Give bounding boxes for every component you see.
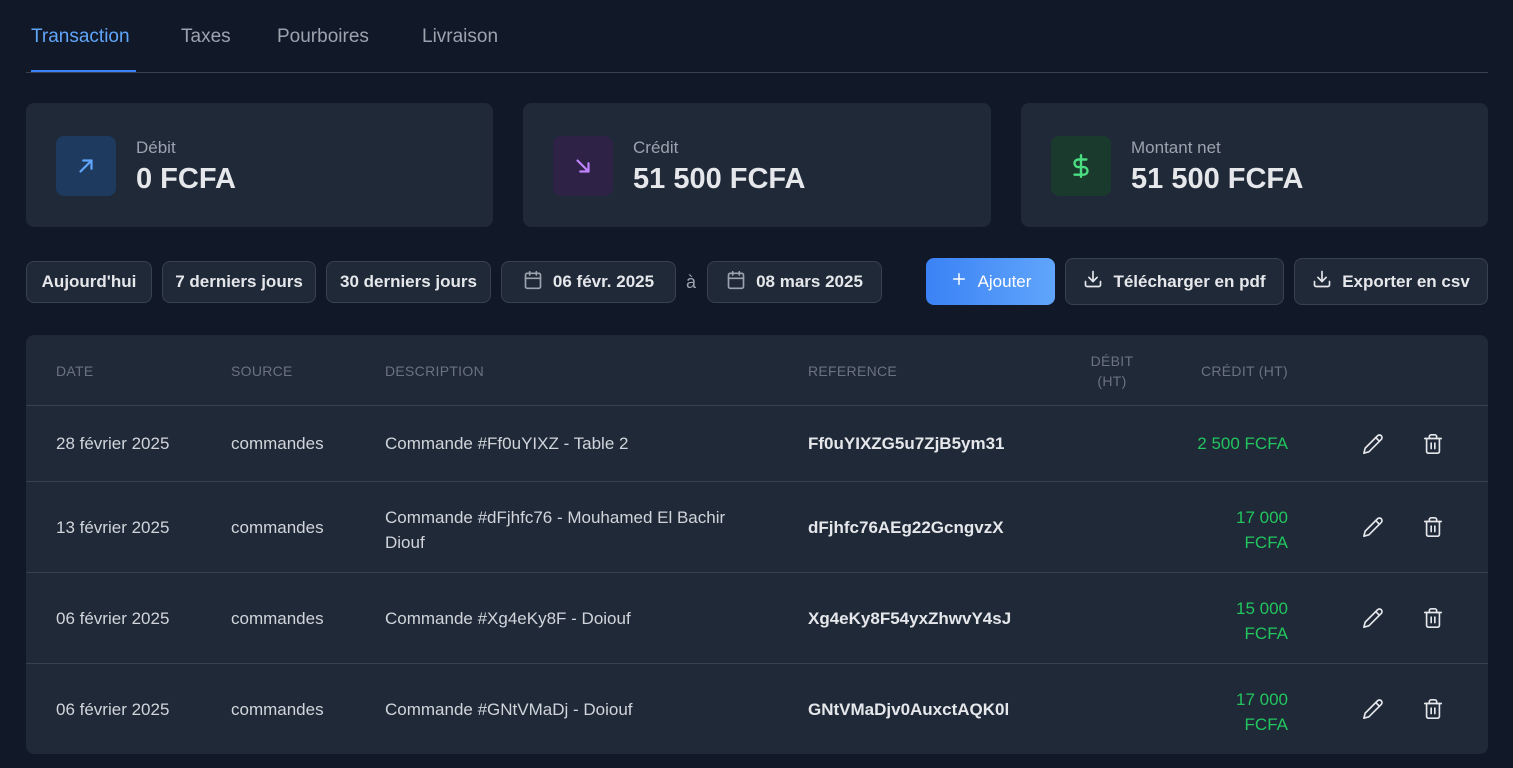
debit-card: Débit 0 FCFA (26, 103, 493, 227)
date-to-value: 08 mars 2025 (756, 272, 863, 291)
table-row: 13 février 2025 commandes Commande #dFjh… (26, 482, 1488, 573)
date-separator: à (686, 272, 697, 292)
trash-icon[interactable] (1419, 604, 1447, 632)
header-source: Source (231, 363, 293, 379)
download-pdf-label: Télécharger en pdf (1113, 271, 1266, 291)
credit-value: 51 500 FCFA (633, 163, 806, 195)
header-description: Description (385, 363, 484, 379)
calendar-icon (726, 270, 746, 295)
date-from-picker[interactable]: 06 févr. 2025 (501, 261, 676, 303)
tab-transaction[interactable]: Transaction (31, 26, 136, 72)
tab-taxes[interactable]: Taxes (181, 26, 231, 72)
pencil-icon[interactable] (1359, 604, 1387, 632)
row-reference: GNtVMaDjv0AuxctAQK0l (808, 700, 1010, 719)
export-csv-label: Exporter en csv (1342, 271, 1470, 291)
row-description: Commande #GNtVMaDj - Doiouf (385, 700, 633, 719)
row-date: 28 février 2025 (56, 434, 170, 453)
row-date: 06 février 2025 (56, 609, 170, 628)
tab-pourboires[interactable]: Pourboires (277, 26, 369, 72)
header-reference: Reference (808, 363, 898, 379)
last-7-days-button[interactable]: 7 derniers jours (162, 261, 316, 303)
dollar-icon (1051, 136, 1111, 196)
download-pdf-button[interactable]: Télécharger en pdf (1065, 258, 1284, 305)
net-value: 51 500 FCFA (1131, 163, 1304, 195)
add-label: Ajouter (977, 271, 1032, 291)
table-header: Date Source Description Reference Débit … (26, 335, 1488, 406)
today-button[interactable]: Aujourd'hui (26, 261, 152, 303)
row-credit: 2 500 FCFA (1197, 434, 1288, 453)
row-description: Commande #Ff0uYIXZ - Table 2 (385, 434, 629, 453)
header-debit-ht: (HT) (1097, 373, 1127, 389)
arrow-down-right-icon (553, 136, 613, 196)
row-credit: 17 000 FCFA (1236, 690, 1288, 734)
row-description: Commande #Xg4eKy8F - Doiouf (385, 609, 631, 628)
tab-livraison[interactable]: Livraison (422, 26, 498, 72)
header-debit: Débit (1090, 353, 1134, 369)
download-icon (1312, 269, 1332, 294)
credit-card: Crédit 51 500 FCFA (523, 103, 991, 227)
row-credit: 15 000 FCFA (1236, 599, 1288, 643)
trash-icon[interactable] (1419, 430, 1447, 458)
credit-label: Crédit (633, 138, 679, 157)
arrow-up-right-icon (56, 136, 116, 196)
row-source: commandes (231, 700, 324, 719)
pencil-icon[interactable] (1359, 430, 1387, 458)
table-row: 06 février 2025 commandes Commande #GNtV… (26, 664, 1488, 754)
add-button[interactable]: Ajouter (926, 258, 1055, 305)
net-card: Montant net 51 500 FCFA (1021, 103, 1488, 227)
export-csv-button[interactable]: Exporter en csv (1294, 258, 1488, 305)
pencil-icon[interactable] (1359, 695, 1387, 723)
header-date: Date (56, 363, 94, 379)
last-30-days-label: 30 derniers jours (339, 272, 477, 291)
row-reference: Ff0uYIXZG5u7ZjB5ym31 (808, 434, 1005, 453)
row-credit: 17 000 FCFA (1236, 508, 1288, 552)
transactions-table: Date Source Description Reference Débit … (26, 335, 1488, 754)
row-source: commandes (231, 434, 324, 453)
row-reference: Xg4eKy8F54yxZhwvY4sJ (808, 609, 1012, 628)
row-source: commandes (231, 609, 324, 628)
today-label: Aujourd'hui (41, 272, 137, 291)
row-source: commandes (231, 518, 324, 537)
date-from-value: 06 févr. 2025 (552, 272, 655, 291)
calendar-icon (523, 270, 543, 295)
debit-label: Débit (136, 138, 176, 157)
row-date: 06 février 2025 (56, 700, 170, 719)
header-credit: Crédit (HT) (1200, 363, 1288, 379)
plus-icon (950, 270, 968, 293)
table-row: 06 février 2025 commandes Commande #Xg4e… (26, 573, 1488, 664)
tab-bar: Transaction Taxes Pourboires Livraison (26, 0, 1488, 73)
debit-value: 0 FCFA (136, 163, 236, 195)
row-description: Commande #dFjhfc76 - Mouhamed El Bachir … (385, 508, 726, 552)
date-to-picker[interactable]: 08 mars 2025 (707, 261, 882, 303)
trash-icon[interactable] (1419, 513, 1447, 541)
row-date: 13 février 2025 (56, 518, 170, 537)
last-7-days-label: 7 derniers jours (175, 272, 303, 291)
table-row: 28 février 2025 commandes Commande #Ff0u… (26, 406, 1488, 482)
net-label: Montant net (1131, 138, 1221, 157)
download-icon (1083, 269, 1103, 294)
last-30-days-button[interactable]: 30 derniers jours (326, 261, 491, 303)
row-reference: dFjhfc76AEg22GcngvzX (808, 518, 1004, 537)
trash-icon[interactable] (1419, 695, 1447, 723)
pencil-icon[interactable] (1359, 513, 1387, 541)
